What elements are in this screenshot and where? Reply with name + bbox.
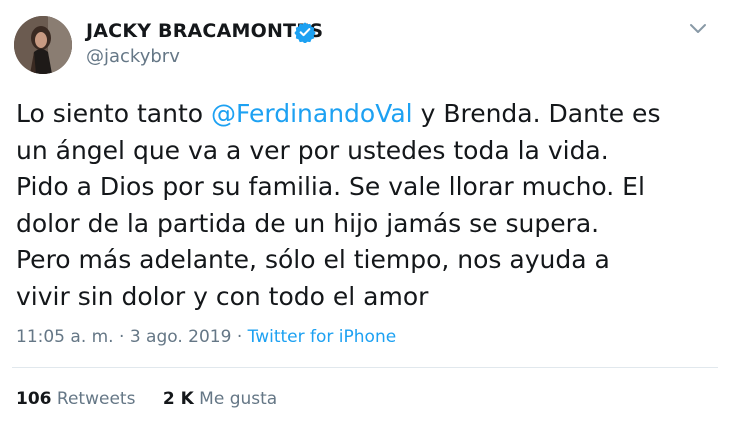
tweet-text-segment: y Brenda. Dante es <box>412 99 661 128</box>
retweets-label: Retweets <box>56 389 136 409</box>
tweet-time[interactable]: 11:05 a. m. <box>16 327 114 347</box>
tweet-text-line: un ángel que va a ver por ustedes toda l… <box>16 135 609 165</box>
tweet-text-line: Lo siento tanto @FerdinandoVal y Brenda.… <box>16 96 721 133</box>
tweet-card: JACKY BRACAMONTES @jackybrv Lo siento ta… <box>0 0 730 428</box>
tweet-text: Lo siento tanto @FerdinandoVal y Brenda.… <box>16 96 721 316</box>
author-handle[interactable]: @jackybrv <box>86 46 180 67</box>
tweet-text-segment: Lo siento tanto <box>16 99 211 128</box>
divider <box>12 367 718 368</box>
tweet-text-line: Pido a Dios por su familia. Se vale llor… <box>16 172 645 202</box>
tweet-text-line: vivir sin dolor y con todo el amor <box>16 281 429 311</box>
likes-label: Me gusta <box>199 389 278 409</box>
likes-stat[interactable]: 2 K Me gusta <box>163 389 277 409</box>
chevron-down-icon[interactable] <box>688 22 708 36</box>
meta-separator: · <box>119 327 125 347</box>
tweet-source-link[interactable]: Twitter for iPhone <box>248 327 397 347</box>
retweets-stat[interactable]: 106 Retweets <box>16 389 141 409</box>
tweet-stats: 106 Retweets 2 K Me gusta <box>16 389 277 409</box>
retweets-count: 106 <box>16 389 52 409</box>
mention-link[interactable]: @FerdinandoVal <box>211 99 413 128</box>
tweet-text-line: dolor de la partida de un hijo jamás se … <box>16 208 600 238</box>
tweet-meta: 11:05 a. m. · 3 ago. 2019 · Twitter for … <box>16 327 396 347</box>
tweet-text-line: Pero más adelante, sólo el tiempo, nos a… <box>16 245 610 275</box>
meta-separator: · <box>236 327 243 347</box>
likes-count: 2 K <box>162 389 194 409</box>
tweet-date[interactable]: 3 ago. 2019 <box>130 327 232 347</box>
avatar[interactable] <box>14 16 72 74</box>
author-display-name[interactable]: JACKY BRACAMONTES <box>86 20 323 42</box>
verified-badge-icon <box>294 22 316 43</box>
